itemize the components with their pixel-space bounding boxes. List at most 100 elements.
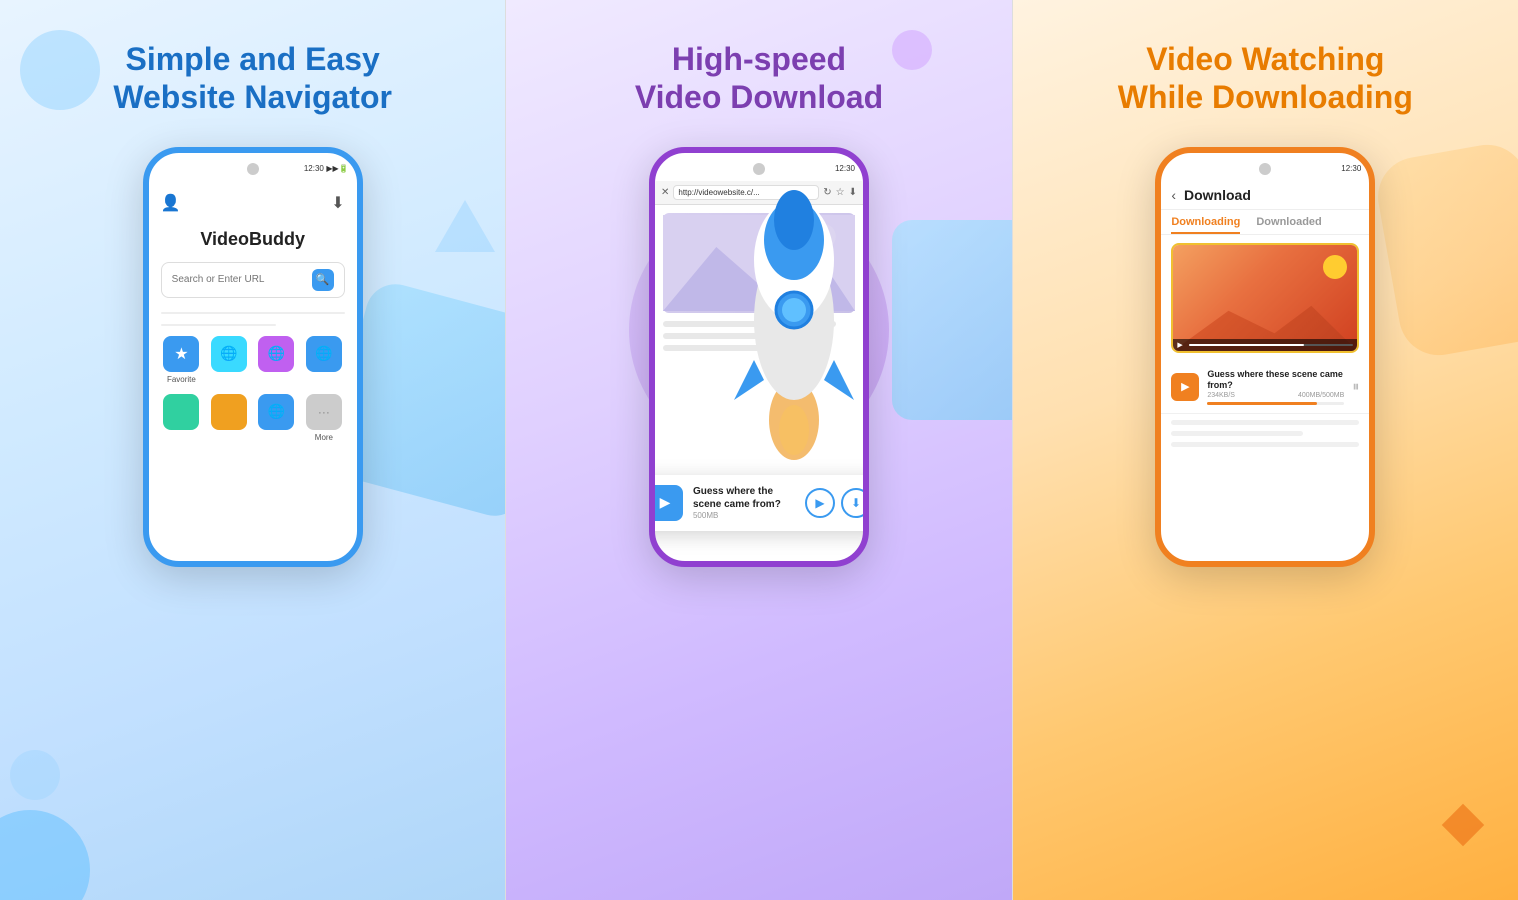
item-progress-fill (1207, 402, 1317, 405)
deco-circle-3 (892, 30, 932, 70)
video-info: Guess where the scene came from? 500MB (693, 485, 795, 520)
web3-icon-box: 🌐 (306, 336, 342, 372)
app-logo: VideoBuddy (157, 229, 349, 250)
play-circle-icon: ▶ (815, 496, 824, 510)
placeholder-line-2 (663, 333, 797, 339)
refresh-icon[interactable]: ↻ (823, 187, 831, 198)
sun-deco (1323, 255, 1347, 279)
phone-3: 12:30 ‹ Download Downloading Downloaded … (1155, 147, 1375, 567)
download-tabs: Downloading Downloaded (1161, 210, 1369, 235)
deco-blob-1 (0, 810, 90, 900)
item-progress-bar (1207, 402, 1344, 405)
app-grid-row2: 🌐 ··· More (157, 394, 349, 442)
video-size: 500MB (693, 511, 795, 520)
video-actions: ▶ ⬇ (805, 488, 863, 518)
phone-2-content: ✕ http://videowebsite.c/... ↻ ☆ ⬇ (655, 181, 863, 561)
tab-downloaded[interactable]: Downloaded (1256, 216, 1321, 234)
popup-download-action[interactable]: ⬇ (841, 488, 863, 518)
page-image-placeholder (663, 213, 855, 313)
favorite-label: Favorite (167, 375, 196, 384)
placeholder-line-1 (663, 321, 836, 327)
thumb-image (1173, 245, 1357, 351)
download-item: ▶ Guess where these scene came from? 234… (1161, 361, 1369, 414)
web4-icon-box: 🌐 (258, 394, 294, 430)
phone-1: 12:30 ▶▶🔋 👤 ⬇ VideoBuddy 🔍 (143, 147, 363, 567)
placeholder-line-b (1171, 431, 1303, 436)
progress-bar (1189, 344, 1353, 346)
pause-icon[interactable]: ⏸ (1352, 378, 1359, 395)
more-dots-icon: ··· (318, 405, 330, 419)
placeholder-line-a (1171, 420, 1359, 425)
panel-download: High-speed Video Download 12:30 ✕ http:/… (506, 0, 1012, 900)
web2-icon-box: 🌐 (258, 336, 294, 372)
deco-diamond (1442, 804, 1484, 846)
deco-circle-1 (20, 30, 100, 110)
panel-1-title: Simple and Easy Website Navigator (113, 40, 392, 117)
item-play-icon: ▶ (1181, 380, 1189, 393)
phone-1-content: 👤 ⬇ VideoBuddy 🔍 ★ (149, 181, 357, 561)
search-bar[interactable]: 🔍 (161, 262, 345, 298)
placeholder-items (1161, 414, 1369, 453)
phone-2: 12:30 ✕ http://videowebsite.c/... ↻ ☆ ⬇ (649, 147, 869, 567)
phone-2-status-bar: 12:30 (655, 153, 863, 181)
divider-1 (161, 312, 345, 314)
status-icons-1: ▶▶🔋 (326, 164, 348, 173)
phone-1-status-bar: 12:30 ▶▶🔋 (149, 153, 357, 181)
star-icon: ★ (174, 344, 188, 364)
panel-2-title: High-speed Video Download (635, 40, 883, 117)
search-input[interactable] (172, 274, 312, 285)
placeholder-line-c (1171, 442, 1359, 447)
tab-downloading[interactable]: Downloading (1171, 216, 1240, 234)
phone-1-topbar: 👤 ⬇ (157, 189, 349, 221)
grid-item-web3[interactable]: 🌐 (303, 336, 345, 384)
panel-2-title-line2: Video Download (635, 79, 883, 115)
download-icon: ⬇ (331, 193, 344, 213)
item-title: Guess where these scene came from? (1207, 369, 1344, 392)
popup-play-button[interactable]: ▶ (655, 485, 683, 521)
panel-3-title-line1: Video Watching (1146, 41, 1384, 77)
grid-item-web2[interactable]: 🌐 (256, 336, 298, 384)
back-icon[interactable]: ‹ (1171, 187, 1176, 203)
panel-3-title-line2: While Downloading (1118, 79, 1413, 115)
small-play-icon: ▶ (1177, 341, 1185, 349)
deco-block-2 (892, 220, 1012, 420)
video-thumbnail: ▶ (1171, 243, 1359, 353)
grid-item-teal[interactable] (161, 394, 203, 442)
grid-item-favorite[interactable]: ★ Favorite (161, 336, 203, 384)
progress-fill (1189, 344, 1304, 346)
globe-icon-4: 🌐 (268, 403, 285, 420)
more-icon-box: ··· (306, 394, 342, 430)
panel-1-title-line2: Website Navigator (113, 79, 392, 115)
popup-play-action[interactable]: ▶ (805, 488, 835, 518)
grid-item-more[interactable]: ··· More (303, 394, 345, 442)
grid-item-web1[interactable]: 🌐 (208, 336, 250, 384)
video-popup: ▶ Guess where the scene came from? 500MB… (655, 475, 863, 531)
panel-2-title-line1: High-speed (672, 41, 846, 77)
grid-item-web4[interactable]: 🌐 (256, 394, 298, 442)
close-icon[interactable]: ✕ (661, 187, 669, 198)
download-circle-icon: ⬇ (851, 496, 861, 510)
download-header: ‹ Download (1161, 181, 1369, 210)
phone-3-status-bar: 12:30 (1161, 153, 1369, 181)
item-meta: 234KB/S 400MB/500MB (1207, 392, 1344, 399)
status-time-3: 12:30 (1341, 164, 1361, 173)
globe-icon-2: 🌐 (268, 345, 285, 362)
divider-2 (161, 324, 276, 326)
globe-icon-1: 🌐 (220, 345, 237, 362)
video-playback-bar: ▶ (1173, 339, 1357, 351)
download-title: Download (1184, 187, 1251, 203)
item-play-button[interactable]: ▶ (1171, 373, 1199, 401)
bookmark-icon[interactable]: ☆ (836, 187, 845, 198)
url-bar[interactable]: http://videowebsite.c/... (673, 185, 819, 200)
app-grid-row1: ★ Favorite 🌐 🌐 (157, 336, 349, 384)
item-speed: 234KB/S (1207, 392, 1235, 399)
dl-icon[interactable]: ⬇ (849, 187, 857, 198)
panel-navigator: Simple and Easy Website Navigator 12:30 … (0, 0, 506, 900)
globe-icon-3: 🌐 (315, 345, 332, 362)
orange-icon-box (211, 394, 247, 430)
search-icon: 🔍 (316, 273, 330, 286)
placeholder-svg (663, 213, 855, 313)
placeholder-line-3 (663, 345, 817, 351)
search-button[interactable]: 🔍 (312, 269, 334, 291)
grid-item-orange[interactable] (208, 394, 250, 442)
